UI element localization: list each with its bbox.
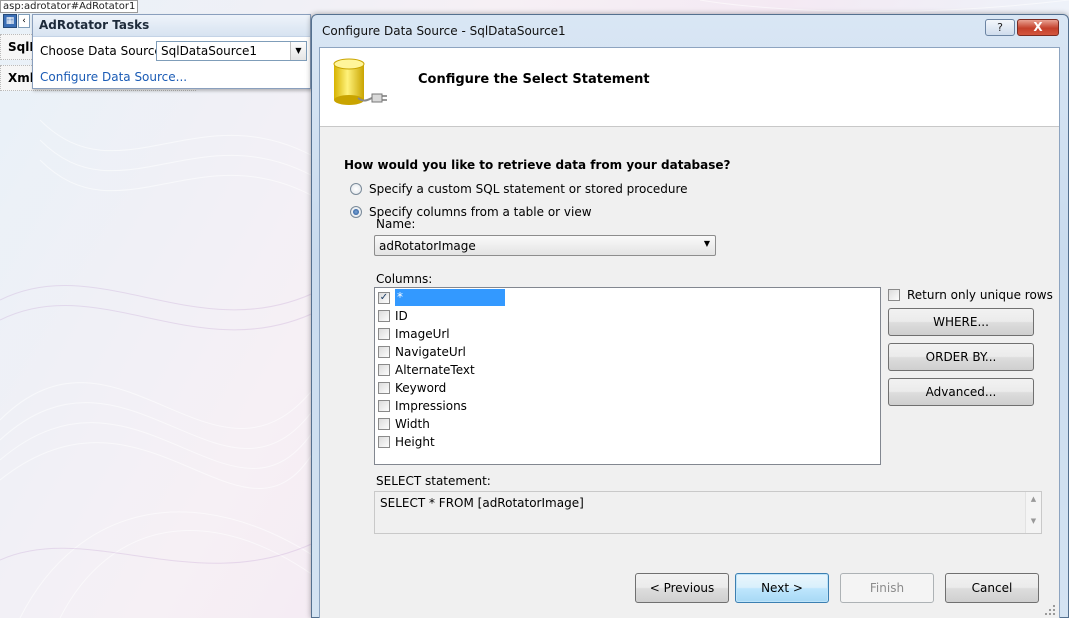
list-item[interactable]: ImageUrl [378, 325, 450, 342]
select-statement-label: SELECT statement: [376, 474, 491, 488]
checkbox[interactable] [378, 399, 390, 412]
checkbox[interactable] [378, 327, 390, 340]
column-label: ID [395, 308, 408, 323]
chevron-down-icon[interactable]: ▼ [704, 239, 710, 248]
checkbox[interactable] [378, 345, 390, 358]
checkbox-checked[interactable]: ✓ [378, 291, 390, 304]
order-by-button[interactable]: ORDER BY... [888, 343, 1034, 371]
column-label: Height [395, 434, 435, 449]
dialog-client-area: Configure the Select Statement How would… [319, 47, 1060, 618]
column-label: Keyword [395, 380, 447, 395]
checkbox[interactable] [378, 363, 390, 376]
checkbox[interactable] [888, 289, 900, 301]
select-statement-text: SELECT * FROM [adRotatorImage] [380, 496, 584, 510]
checkbox[interactable] [378, 309, 390, 322]
columns-list[interactable]: ✓ * ID ImageUrl NavigateUrl AlternateTex… [374, 287, 881, 465]
unique-rows-label: Return only unique rows [907, 288, 1053, 302]
next-button[interactable]: Next > [735, 573, 829, 603]
scroll-down-icon[interactable]: ▼ [1026, 517, 1041, 525]
list-item[interactable]: AlternateText [378, 361, 475, 378]
column-label: Impressions [395, 398, 467, 413]
radio-label: Specify a custom SQL statement or stored… [369, 182, 688, 196]
data-source-dropdown[interactable]: SqlDataSource1 ▼ [156, 41, 307, 61]
database-icon [333, 58, 387, 105]
unique-rows-option[interactable]: Return only unique rows [888, 288, 1053, 302]
column-label: NavigateUrl [395, 344, 466, 359]
data-source-value: SqlDataSource1 [161, 44, 258, 58]
list-item[interactable]: ✓ * [378, 289, 505, 306]
checkbox[interactable] [378, 417, 390, 430]
close-button[interactable]: X [1017, 19, 1059, 36]
column-label: * [395, 289, 505, 306]
chevron-down-icon[interactable]: ▼ [290, 42, 306, 60]
finish-button: Finish [840, 573, 934, 603]
scroll-up-icon[interactable]: ▲ [1026, 495, 1041, 503]
radio-button[interactable] [350, 183, 362, 195]
list-item[interactable]: Impressions [378, 397, 467, 414]
adrotator-tasks-panel: AdRotator Tasks Choose Data Source: SqlD… [32, 14, 311, 89]
list-item[interactable]: ID [378, 307, 408, 324]
scrollbar[interactable]: ▲ ▼ [1025, 492, 1041, 533]
checkbox[interactable] [378, 381, 390, 394]
where-button[interactable]: WHERE... [888, 308, 1034, 336]
control-tag: asp:adrotator#AdRotator1 [0, 0, 139, 13]
configure-data-source-dialog: Configure Data Source - SqlDataSource1 ?… [311, 14, 1069, 618]
list-item[interactable]: Keyword [378, 379, 446, 396]
help-button[interactable]: ? [985, 19, 1015, 36]
previous-button[interactable]: < Previous [635, 573, 729, 603]
list-item[interactable]: Height [378, 433, 435, 450]
radio-button[interactable] [350, 206, 362, 218]
wizard-banner: Configure the Select Statement [320, 48, 1059, 127]
radio-custom-sql[interactable]: Specify a custom SQL statement or stored… [350, 182, 688, 196]
name-label: Name: [376, 217, 416, 231]
advanced-button[interactable]: Advanced... [888, 378, 1034, 406]
select-statement-box[interactable]: SELECT * FROM [adRotatorImage] ▲ ▼ [374, 491, 1042, 534]
page-title: Configure the Select Statement [418, 72, 650, 87]
dialog-title: Configure Data Source - SqlDataSource1 [322, 24, 566, 38]
cancel-button[interactable]: Cancel [945, 573, 1039, 603]
columns-label: Columns: [376, 272, 433, 286]
control-icon[interactable]: ▦ [3, 14, 17, 28]
list-item[interactable]: NavigateUrl [378, 343, 466, 360]
checkbox[interactable] [378, 435, 390, 448]
configure-data-source-link[interactable]: Configure Data Source... [40, 70, 187, 84]
column-label: AlternateText [395, 362, 475, 377]
table-name-dropdown[interactable]: adRotatorImage ▼ [374, 235, 716, 256]
list-item[interactable]: Width [378, 415, 430, 432]
column-label: ImageUrl [395, 326, 450, 341]
smart-tag-collapse-icon[interactable]: ‹ [18, 14, 30, 28]
table-name-value: adRotatorImage [379, 239, 476, 253]
column-label: Width [395, 416, 430, 431]
choose-data-source-label: Choose Data Source: [40, 44, 166, 58]
resize-grip-icon[interactable] [1044, 604, 1056, 616]
tasks-panel-title: AdRotator Tasks [33, 15, 310, 37]
retrieval-question: How would you like to retrieve data from… [344, 158, 731, 172]
